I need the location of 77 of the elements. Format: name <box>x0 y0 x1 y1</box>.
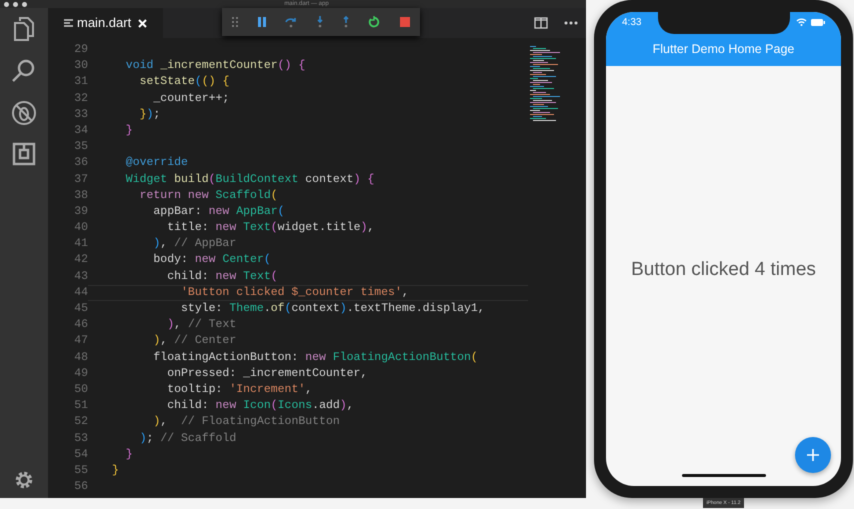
status-time: 4:33 <box>622 16 642 30</box>
line-number: 35 <box>73 139 88 156</box>
code-line: } <box>112 462 120 479</box>
bug-crossed-icon[interactable] <box>11 100 37 126</box>
line-number: 40 <box>73 220 88 236</box>
lines-icon <box>64 19 73 27</box>
add-fab-button[interactable] <box>795 437 831 473</box>
line-number: 37 <box>73 172 88 188</box>
code-line: style: Theme.of(context).textTheme.display1, <box>180 301 486 317</box>
step-out-icon[interactable] <box>342 16 349 28</box>
line-number: 43 <box>73 268 88 285</box>
stop-icon[interactable] <box>400 17 410 27</box>
more-icon[interactable] <box>564 21 578 25</box>
line-number: 52 <box>73 414 88 430</box>
app-bar-title: Flutter Demo Home Page <box>652 40 794 58</box>
line-number: 51 <box>73 398 88 414</box>
line-number: 46 <box>73 317 88 334</box>
code-line: Widget build(BuildContext context) { <box>124 172 376 188</box>
code-line: ), // AppBar <box>152 236 238 252</box>
code-line: appBar: new AppBar( <box>152 204 286 220</box>
line-number: 45 <box>73 301 88 317</box>
line-number: 56 <box>73 479 88 496</box>
code-line: child: new Text( <box>166 268 279 285</box>
close-icon[interactable] <box>138 18 147 28</box>
search-icon[interactable] <box>11 58 37 84</box>
code-line: } <box>124 446 134 463</box>
grip-icon[interactable] <box>232 17 238 27</box>
line-number: 30 <box>73 58 88 74</box>
line-number: 41 <box>73 236 88 252</box>
step-into-icon[interactable] <box>316 16 323 28</box>
line-number: 42 <box>73 252 88 268</box>
code-line: ), // FloatingActionButton <box>152 414 341 430</box>
settings-icon[interactable] <box>14 470 34 490</box>
code-line: 'Button clicked $_counter times', <box>180 284 410 301</box>
code-line: @override <box>124 155 189 172</box>
line-number: 39 <box>73 204 88 220</box>
line-number: 47 <box>73 333 88 350</box>
restart-icon[interactable] <box>368 16 380 28</box>
code-line: ), // Center <box>152 333 238 350</box>
code-line: void _incrementCounter() { <box>124 58 306 74</box>
line-number: 48 <box>73 350 88 366</box>
code-line: title: new Text(widget.title), <box>166 220 376 236</box>
line-number: 31 <box>73 74 88 90</box>
code-line: return new Scaffold( <box>138 188 279 204</box>
extensions-icon[interactable] <box>12 142 36 166</box>
line-number: 50 <box>73 382 88 398</box>
step-over-icon[interactable] <box>285 16 298 28</box>
plus-icon <box>807 449 819 461</box>
line-number: 55 <box>73 462 88 479</box>
line-number: 36 <box>73 155 88 172</box>
code-line: onPressed: _incrementCounter, <box>166 366 368 382</box>
files-icon[interactable] <box>13 16 35 42</box>
line-number: 34 <box>73 122 88 139</box>
line-number: 33 <box>73 106 88 123</box>
code-line: body: new Center( <box>152 252 272 268</box>
pause-icon[interactable] <box>258 17 266 27</box>
line-number: 32 <box>73 90 88 107</box>
line-number: 53 <box>73 430 88 446</box>
code-line: _counter++; <box>152 90 230 107</box>
file-tab[interactable]: main.dart <box>48 8 163 38</box>
battery-icon <box>811 18 825 26</box>
line-number: 44 <box>73 284 88 301</box>
code-line: child: new Icon(Icons.add), <box>166 398 355 414</box>
code-line: floatingActionButton: new FloatingActionButton( <box>152 350 479 366</box>
code-line: ), // Text <box>166 317 238 334</box>
code-line: tooltip: 'Increment', <box>166 382 314 398</box>
line-number: 38 <box>73 188 88 204</box>
line-number: 54 <box>73 446 88 463</box>
code-line: }); <box>138 106 162 123</box>
line-number: 49 <box>73 366 88 382</box>
split-editor-icon[interactable] <box>534 17 548 29</box>
wifi-icon <box>796 18 807 26</box>
code-line: setState(() { <box>138 74 230 90</box>
counter-text: Button clicked 4 times <box>631 258 816 282</box>
code-line: ); // Scaffold <box>138 430 238 446</box>
line-number: 29 <box>73 42 88 58</box>
code-line: } <box>124 122 134 139</box>
